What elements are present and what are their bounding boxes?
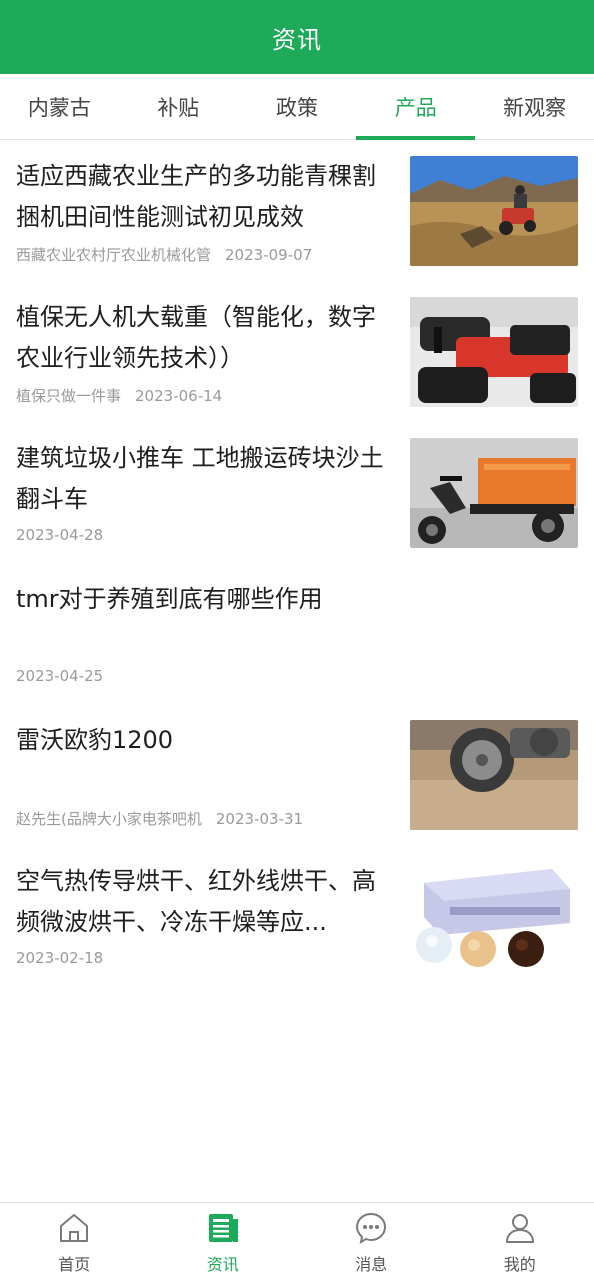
profile-icon (505, 1214, 534, 1243)
page-title: 资讯 (272, 25, 322, 54)
nav-news-label: 资讯 (206, 1255, 239, 1274)
news-text: tmr对于养殖到底有哪些作用 2023-04-25 (16, 579, 396, 704)
news-text: 适应西藏农业生产的多功能青稞割捆机田间性能测试初见成效 西藏农业农村厅农业机械化… (16, 156, 396, 281)
news-title: 植保无人机大载重（智能化，数字农业行业领先技术）） (16, 303, 376, 372)
news-text: 空气热传导烘干、红外线烘干、高频微波烘干、冷冻干燥等应... 2023-02-1… (16, 861, 396, 986)
news-text: 建筑垃圾小推车 工地搬运砖块沙土翻斗车 2023-04-28 (16, 438, 396, 563)
news-meta: 2023-04-25 (16, 667, 103, 685)
nav-profile-label: 我的 (503, 1255, 536, 1274)
news-item[interactable]: 适应西藏农业生产的多功能青稞割捆机田间性能测试初见成效 西藏农业农村厅农业机械化… (0, 140, 594, 281)
news-item[interactable]: 空气热传导烘干、红外线烘干、高频微波烘干、冷冻干燥等应... 2023-02-1… (0, 845, 594, 986)
news-item[interactable]: 建筑垃圾小推车 工地搬运砖块沙土翻斗车 2023-04-28 (0, 422, 594, 563)
home-icon (60, 1214, 89, 1242)
news-title: 适应西藏农业生产的多功能青稞割捆机田间性能测试初见成效 (16, 162, 376, 231)
news-title: 空气热传导烘干、红外线烘干、高频微波烘干、冷冻干燥等应... (16, 867, 376, 936)
news-meta: 植保只做一件事 2023-06-14 (16, 385, 222, 406)
news-icon (208, 1214, 238, 1242)
news-source: 植保只做一件事 (16, 387, 122, 405)
category-tabs: 内蒙古 补贴 政策 产品 新观察 (0, 74, 594, 140)
nav-profile[interactable]: 我的 (446, 1203, 594, 1280)
microwave-dryer-photo[interactable] (410, 861, 578, 971)
tab-policy[interactable]: 政策 (238, 74, 357, 139)
news-meta: 西藏农业农村厅农业机械化管 2023-09-07 (16, 244, 312, 265)
header-bar: 资讯 (0, 0, 594, 74)
news-meta: 2023-02-18 (16, 949, 103, 967)
app-root: 资讯 内蒙古 补贴 政策 产品 新观察 适应西藏农业生产的多功能青稞割捆机田间性… (0, 0, 594, 1280)
news-item[interactable]: 雷沃欧豹1200 赵先生(品牌大小家电茶吧机 2023-03-31 (0, 704, 594, 845)
news-title: 建筑垃圾小推车 工地搬运砖块沙土翻斗车 (16, 444, 384, 513)
news-date: 2023-04-28 (16, 526, 104, 544)
news-item[interactable]: tmr对于养殖到底有哪些作用 2023-04-25 (0, 563, 594, 704)
news-date: 2023-03-31 (215, 810, 304, 828)
tab-products[interactable]: 产品 (356, 74, 475, 140)
news-date: 2023-04-25 (16, 667, 104, 685)
nav-messages[interactable]: 消息 (297, 1203, 446, 1280)
news-list: 适应西藏农业生产的多功能青稞割捆机田间性能测试初见成效 西藏农业农村厅农业机械化… (0, 140, 594, 986)
nav-messages-label: 消息 (355, 1255, 388, 1274)
news-date: 2023-09-07 (225, 246, 313, 264)
nav-news[interactable]: 资讯 (149, 1203, 298, 1280)
tab-new-observation[interactable]: 新观察 (475, 74, 594, 139)
news-date: 2023-02-18 (16, 949, 104, 967)
tab-neimenggu[interactable]: 内蒙古 (0, 74, 119, 139)
news-date: 2023-06-14 (135, 387, 223, 405)
orange-dump-tricycle-photo[interactable] (410, 438, 578, 548)
tractor-field-photo[interactable] (410, 156, 578, 266)
bottom-nav: 首页 资讯 消息 我的 (0, 1202, 594, 1280)
news-title: tmr对于养殖到底有哪些作用 (16, 585, 323, 613)
nav-home-label: 首页 (58, 1255, 91, 1274)
tab-subsidy[interactable]: 补贴 (119, 74, 238, 139)
news-source: 赵先生(品牌大小家电茶吧机 (16, 810, 202, 828)
red-machine-photo[interactable] (410, 297, 578, 407)
news-source: 西藏农业农村厅农业机械化管 (16, 246, 212, 264)
news-text: 植保无人机大载重（智能化，数字农业行业领先技术）） 植保只做一件事 2023-06… (16, 297, 396, 422)
message-icon (356, 1212, 387, 1245)
news-meta: 2023-04-28 (16, 526, 103, 544)
news-title: 雷沃欧豹1200 (16, 726, 174, 754)
tractor-wheel-photo[interactable] (410, 720, 578, 830)
news-text: 雷沃欧豹1200 赵先生(品牌大小家电茶吧机 2023-03-31 (16, 720, 396, 845)
nav-home[interactable]: 首页 (0, 1203, 149, 1280)
news-meta: 赵先生(品牌大小家电茶吧机 2023-03-31 (16, 808, 303, 829)
news-item[interactable]: 植保无人机大载重（智能化，数字农业行业领先技术）） 植保只做一件事 2023-06… (0, 281, 594, 422)
